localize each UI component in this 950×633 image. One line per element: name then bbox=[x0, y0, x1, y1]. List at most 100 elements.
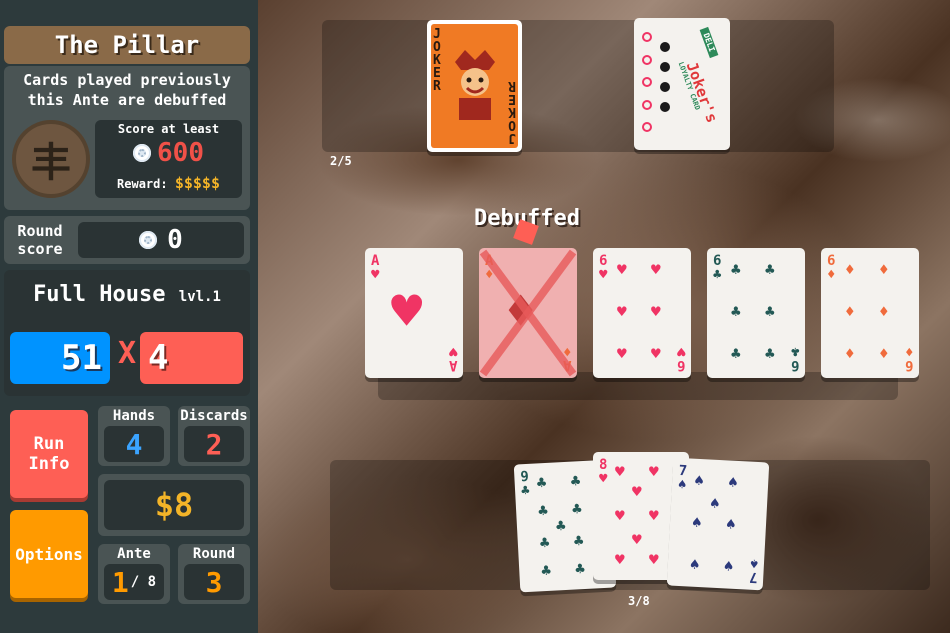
card-rank-top: A ♥ bbox=[371, 253, 380, 283]
discards-stat: Discards 2 bbox=[178, 406, 250, 466]
hands-value: 4 bbox=[104, 426, 164, 462]
chips-value: 51 bbox=[10, 332, 110, 384]
club-icon: ♣ bbox=[765, 260, 775, 279]
club-icon: ♣ bbox=[537, 500, 549, 521]
round-label: Round bbox=[192, 546, 236, 562]
card-rank-bottom: A ♥ bbox=[448, 343, 457, 373]
joker-name-top: JOKER bbox=[433, 27, 441, 94]
ante-label: Ante bbox=[117, 546, 151, 562]
blind-description-line2: this Ante are debuffed bbox=[27, 91, 227, 109]
card-rank-bottom: 6 ♣ bbox=[790, 343, 799, 373]
round-stat: Round 3 bbox=[178, 544, 250, 604]
chip-icon bbox=[139, 231, 158, 249]
hand-count: 3/8 bbox=[628, 594, 650, 608]
loyalty-punch-holes bbox=[642, 32, 654, 132]
score-target-label: Score at least bbox=[117, 122, 220, 136]
club-icon: ♣ bbox=[539, 532, 550, 553]
card-rank-top: 8 ♥ bbox=[599, 457, 608, 487]
round-score-label: Round score bbox=[8, 222, 72, 258]
joker-card[interactable]: JOKER JOKER bbox=[427, 20, 522, 152]
spade-icon: ♠ bbox=[723, 556, 734, 576]
options-button[interactable]: Options bbox=[10, 510, 88, 598]
hands-label: Hands bbox=[112, 408, 156, 424]
card-rank-top: 6 ♣ bbox=[713, 253, 722, 283]
run-info-label-line1: Run bbox=[33, 434, 65, 454]
blind-description-line1: Cards played previously bbox=[23, 71, 231, 89]
ante-value-box: 1 / 8 bbox=[104, 564, 164, 600]
card-rank-top: 6 ♥ bbox=[599, 253, 608, 283]
chip-icon bbox=[133, 144, 152, 162]
club-icon: ♣ bbox=[765, 344, 775, 363]
card-rank-top: 9 ♣ bbox=[519, 468, 530, 500]
heart-icon: ♥ bbox=[632, 482, 642, 501]
played-card[interactable]: 6 ♦ ♦ ♦ ♦ ♦ ♦ ♦ 6 ♦ bbox=[821, 248, 919, 378]
played-card-debuffed[interactable]: A♦ ♦ A♦ bbox=[479, 248, 577, 378]
diamond-icon: ♦ bbox=[845, 260, 855, 279]
loyalty-punched bbox=[660, 42, 672, 112]
score-target-value: 600 bbox=[157, 138, 204, 168]
heart-icon: ♥ bbox=[617, 344, 627, 363]
mult-value: 4 bbox=[140, 332, 243, 384]
spade-icon: ♠ bbox=[691, 512, 703, 533]
club-icon: ♣ bbox=[570, 471, 581, 491]
round-value: 3 bbox=[184, 564, 244, 600]
hands-stat: Hands 4 bbox=[98, 406, 170, 466]
spade-icon: ♠ bbox=[709, 493, 721, 514]
heart-icon: ♥ bbox=[632, 530, 642, 549]
heart-icon: ♥ bbox=[651, 344, 661, 363]
diamond-icon: ♦ bbox=[845, 302, 855, 321]
spade-icon: ♠ bbox=[693, 470, 705, 491]
blind-description: Cards played previously this Ante are de… bbox=[4, 70, 250, 110]
joker-area bbox=[322, 20, 834, 152]
card-rank-top: 7 ♠ bbox=[677, 462, 688, 494]
ante-stat: Ante 1 / 8 bbox=[98, 544, 170, 604]
run-info-label-line2: Info bbox=[28, 454, 70, 474]
round-score-label-line1: Round bbox=[17, 222, 63, 240]
heart-icon: ♥ bbox=[649, 506, 659, 525]
joker-name-bottom: JOKER bbox=[508, 78, 516, 145]
blind-badge-glyph: 丰 bbox=[31, 140, 71, 186]
card-rank-bottom: 6 ♦ bbox=[904, 343, 913, 373]
club-icon: ♣ bbox=[731, 302, 741, 321]
diamond-icon: ♦ bbox=[845, 344, 855, 363]
jester-face-icon bbox=[455, 50, 495, 120]
heart-icon: ♥ bbox=[651, 302, 661, 321]
diamond-icon: ♦ bbox=[879, 260, 889, 279]
spade-icon: ♠ bbox=[725, 514, 737, 534]
round-score-value-box: 0 bbox=[78, 222, 244, 258]
round-score-value: 0 bbox=[167, 225, 183, 255]
card-rank-bottom: 6 ♥ bbox=[676, 343, 685, 373]
hand-type: Full House bbox=[33, 282, 166, 307]
joker-count: 2/5 bbox=[330, 154, 352, 168]
hand-card[interactable]: 7 ♠ ♠ ♠ ♠ ♠ ♠ ♠ ♠ 7 ♠ bbox=[666, 457, 770, 591]
loyalty-card-joker[interactable]: Joker's DELI LOYALTY CARD bbox=[634, 18, 730, 150]
debuff-cross-icon bbox=[479, 249, 577, 377]
club-icon: ♣ bbox=[731, 260, 741, 279]
heart-icon: ♥ bbox=[649, 550, 659, 569]
card-rank-top: 6 ♦ bbox=[827, 253, 836, 283]
card-rank-bottom: 7 ♠ bbox=[748, 554, 759, 586]
hand-name: Full House lvl.1 bbox=[4, 282, 250, 307]
heart-icon: ♥ bbox=[615, 462, 625, 481]
played-card[interactable]: 6 ♣ ♣ ♣ ♣ ♣ ♣ ♣ 6 ♣ bbox=[707, 248, 805, 378]
diamond-icon: ♦ bbox=[879, 302, 889, 321]
discards-value: 2 bbox=[184, 426, 244, 462]
club-icon: ♣ bbox=[540, 560, 552, 581]
club-icon: ♣ bbox=[555, 515, 567, 536]
spade-icon: ♠ bbox=[689, 554, 700, 575]
heart-icon: ♥ bbox=[615, 506, 625, 525]
heart-icon: ♥ bbox=[617, 302, 627, 321]
heart-icon: ♥ bbox=[617, 260, 627, 279]
played-card[interactable]: A ♥ ♥ A ♥ bbox=[365, 248, 463, 378]
spade-icon: ♠ bbox=[727, 472, 739, 492]
heart-icon: ♥ bbox=[649, 462, 659, 481]
reward-value: $$$$$ bbox=[174, 174, 220, 192]
club-icon: ♣ bbox=[573, 531, 584, 551]
money-value: $8 bbox=[104, 480, 244, 530]
heart-icon: ♥ bbox=[615, 550, 625, 569]
played-card[interactable]: 6 ♥ ♥ ♥ ♥ ♥ ♥ ♥ 6 ♥ bbox=[593, 248, 691, 378]
heart-icon: ♥ bbox=[391, 282, 423, 342]
blind-badge-icon: 丰 bbox=[12, 120, 90, 198]
reward-label: Reward: bbox=[117, 177, 168, 191]
run-info-button[interactable]: Run Info bbox=[10, 410, 88, 498]
